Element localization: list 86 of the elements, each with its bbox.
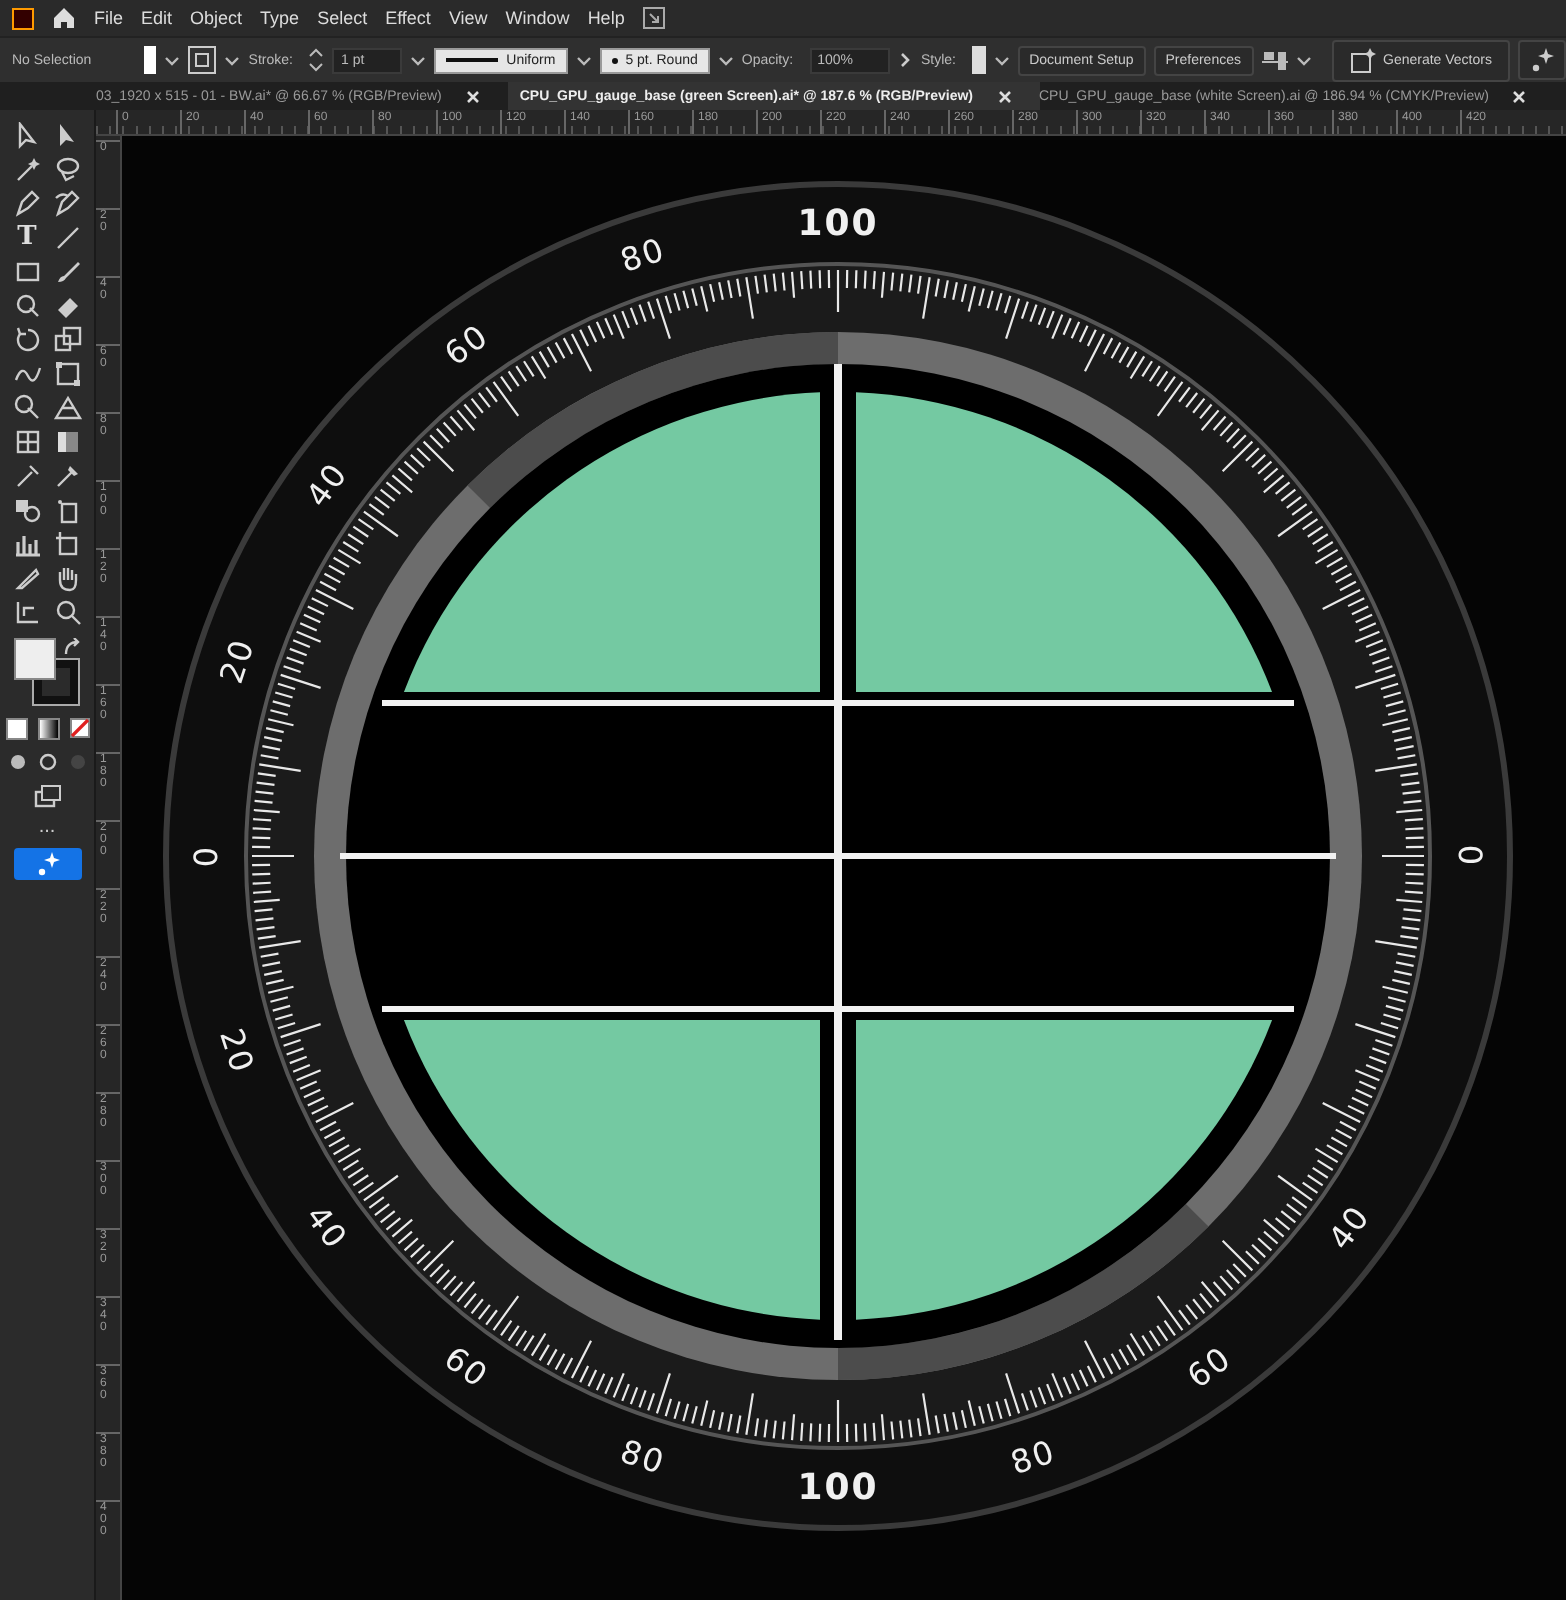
print-tiling-icon[interactable] — [13, 598, 41, 626]
style-swatch[interactable] — [972, 46, 986, 74]
sparkle-button[interactable] — [1517, 40, 1566, 80]
symbol-sprayer-icon[interactable] — [53, 496, 81, 524]
curvature-pen-icon[interactable] — [53, 190, 81, 218]
paintbrush-icon[interactable] — [53, 258, 81, 286]
scale-label: 40 — [1320, 1198, 1378, 1257]
eyedropper-icon[interactable] — [13, 462, 41, 490]
sparkle-icon — [35, 852, 59, 876]
home-icon[interactable] — [52, 6, 76, 30]
scale-label: 20 — [212, 1024, 262, 1079]
sparkle-icon — [1529, 48, 1554, 72]
menu-item[interactable]: Window — [505, 8, 570, 28]
color-mode-button[interactable] — [5, 718, 27, 740]
scale-label: 60 — [1180, 1338, 1239, 1396]
mesh-icon[interactable] — [13, 428, 41, 456]
chevron-right-icon[interactable] — [898, 52, 913, 68]
bar-graph-icon[interactable] — [13, 530, 41, 558]
artboard-icon[interactable] — [53, 530, 81, 558]
hand-icon[interactable] — [53, 564, 81, 592]
screen-mode-icon[interactable] — [33, 784, 61, 808]
rotate-icon[interactable] — [13, 326, 41, 354]
edit-toolbar-button[interactable]: ... — [38, 820, 56, 836]
selection-arrow-icon[interactable] — [13, 122, 41, 150]
scale-label: 80 — [615, 1432, 670, 1482]
close-icon[interactable] — [997, 89, 1011, 103]
fill-swatch[interactable] — [143, 46, 157, 74]
spinner-icon[interactable] — [308, 48, 325, 72]
menu-item[interactable]: File — [94, 8, 124, 28]
eraser-icon[interactable] — [53, 292, 81, 320]
menu-item[interactable]: Select — [317, 8, 368, 28]
caret-icon[interactable] — [993, 53, 1010, 67]
menu-item[interactable]: Type — [260, 8, 300, 28]
gradient-mode-button[interactable] — [37, 718, 59, 740]
zoom-icon[interactable] — [53, 598, 81, 626]
align-icon[interactable] — [1261, 48, 1287, 72]
scale-label: 80 — [1006, 1432, 1061, 1482]
scale-label: 40 — [298, 1198, 356, 1257]
magic-wand-icon[interactable] — [13, 156, 41, 184]
close-icon[interactable] — [465, 89, 480, 103]
none-swatch-icon[interactable] — [69, 718, 89, 738]
caret-icon[interactable] — [410, 53, 427, 67]
caret-icon[interactable] — [1295, 53, 1311, 67]
caret-icon[interactable] — [717, 53, 734, 67]
scale-label: 100 — [797, 1467, 879, 1509]
app-logo-icon — [12, 7, 34, 29]
slice-icon[interactable] — [13, 564, 41, 592]
rectangle-icon[interactable] — [13, 258, 41, 286]
scale-label: 80 — [615, 230, 670, 280]
perspective-grid-icon[interactable] — [53, 394, 81, 422]
stroke-swatch-icon[interactable] — [188, 46, 217, 74]
caret-icon[interactable] — [224, 53, 241, 67]
menu-item[interactable]: Object — [190, 8, 243, 28]
scale-label: 0 — [187, 844, 225, 868]
fill-color-swatch[interactable] — [13, 638, 55, 680]
line-segment-icon[interactable] — [53, 224, 81, 252]
lasso-icon[interactable] — [53, 156, 81, 184]
eyedropper-icon[interactable] — [53, 462, 81, 490]
menu-item[interactable]: Help — [587, 8, 625, 28]
scale-label: 20 — [212, 633, 262, 688]
scale-icon[interactable] — [53, 326, 81, 354]
stroke-color-swatch[interactable] — [33, 660, 77, 704]
sparkle-frame-icon — [1349, 47, 1375, 73]
menu-item[interactable]: View — [448, 8, 488, 28]
caret-icon[interactable] — [575, 53, 592, 67]
scale-label: 40 — [298, 455, 356, 514]
type-tool[interactable]: T — [13, 224, 41, 252]
brush-dot-icon — [611, 57, 618, 63]
scale-label: 60 — [437, 316, 496, 374]
draw-behind-icon[interactable] — [37, 752, 57, 772]
draw-normal-icon[interactable] — [7, 752, 27, 772]
caret-icon[interactable] — [164, 53, 181, 67]
generative-button[interactable] — [13, 848, 81, 880]
stroke-line-icon — [446, 58, 499, 62]
scale-label: 0 — [1451, 844, 1489, 868]
scale-label: 60 — [437, 1338, 496, 1396]
pen-icon[interactable] — [13, 190, 41, 218]
blend-icon[interactable] — [13, 496, 41, 524]
gradient-icon[interactable] — [53, 428, 81, 456]
free-transform-icon[interactable] — [53, 360, 81, 388]
swap-arrow-icon[interactable] — [61, 638, 81, 658]
arrange-documents-icon[interactable] — [642, 6, 667, 30]
close-icon[interactable] — [1512, 89, 1527, 103]
menu-item[interactable]: Edit — [141, 8, 173, 28]
scale-label: 100 — [797, 203, 879, 245]
menu-item[interactable]: Effect — [385, 8, 431, 28]
